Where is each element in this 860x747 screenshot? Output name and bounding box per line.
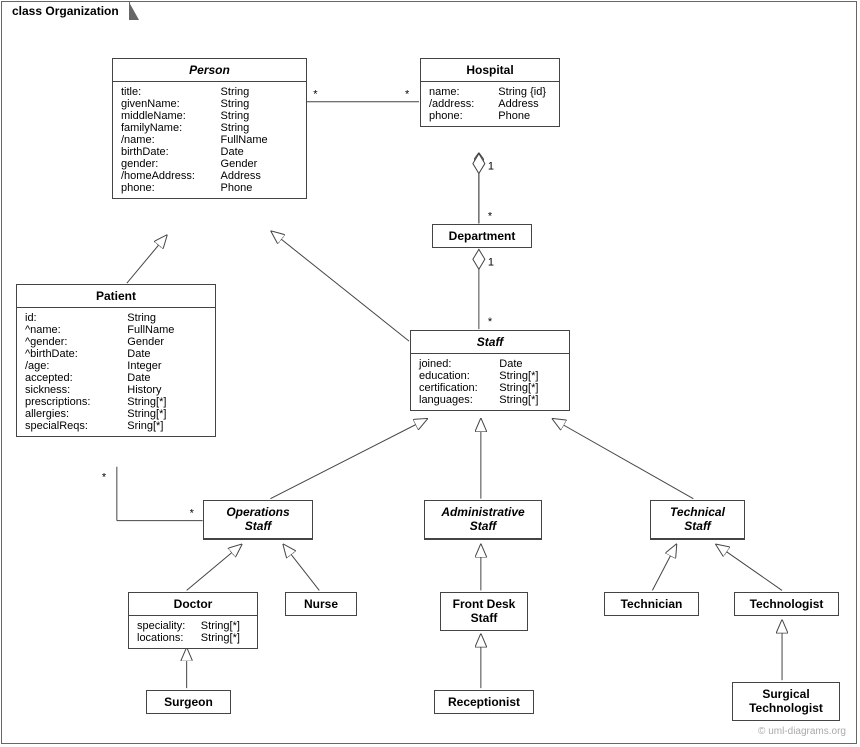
class-title: Person [113, 59, 306, 82]
class-patient: Patient id:String^name:FullName^gender:G… [16, 284, 216, 437]
frame-label: class Organization [1, 1, 130, 20]
class-attrs: title:StringgivenName:StringmiddleName:S… [113, 82, 306, 198]
class-surgeon: Surgeon [146, 690, 231, 714]
svg-text:*: * [313, 89, 318, 101]
class-administrative-staff: Administrative Staff [424, 500, 542, 540]
svg-text:*: * [190, 508, 195, 520]
class-person: Person title:StringgivenName:Stringmiddl… [112, 58, 307, 199]
class-technical-staff: Technical Staff [650, 500, 745, 540]
class-operations-staff: Operations Staff [203, 500, 313, 540]
svg-text:*: * [488, 210, 493, 222]
class-doctor: Doctor speciality:String[*]locations:Str… [128, 592, 258, 649]
svg-text:*: * [405, 89, 410, 101]
class-nurse: Nurse [285, 592, 357, 616]
class-technician: Technician [604, 592, 699, 616]
class-technologist: Technologist [734, 592, 839, 616]
svg-text:1: 1 [488, 256, 494, 268]
class-hospital: Hospital name:String {id}/address:Addres… [420, 58, 560, 127]
class-surgical-technologist: Surgical Technologist [732, 682, 840, 721]
watermark: © uml-diagrams.org [758, 726, 846, 737]
class-receptionist: Receptionist [434, 690, 534, 714]
svg-text:*: * [488, 316, 493, 328]
class-staff: Staff joined:Dateeducation:String[*]cert… [410, 330, 570, 411]
svg-text:1: 1 [488, 161, 494, 173]
svg-text:*: * [102, 472, 107, 484]
class-frontdesk: Front Desk Staff [440, 592, 528, 631]
class-department: Department [432, 224, 532, 248]
